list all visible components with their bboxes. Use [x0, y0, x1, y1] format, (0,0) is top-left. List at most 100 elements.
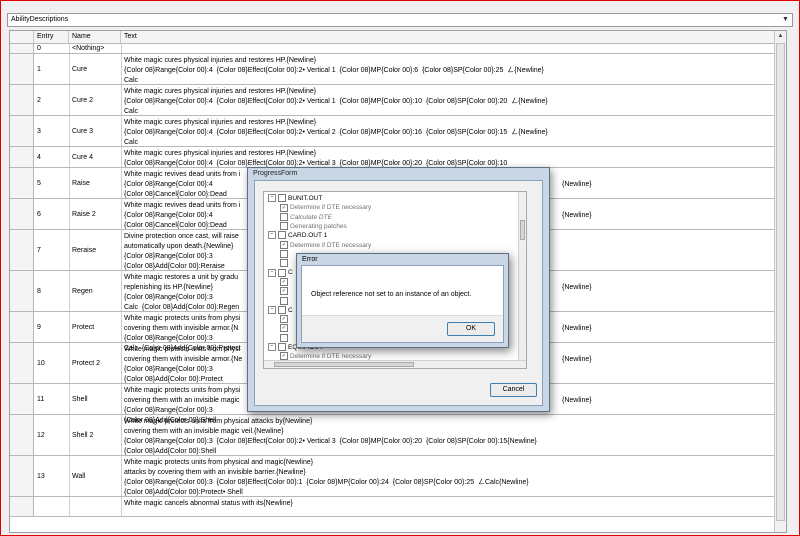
cell-entry[interactable]: 8	[37, 271, 41, 311]
column-header-text[interactable]: Text	[121, 31, 776, 43]
row-header[interactable]	[10, 199, 34, 229]
tree-node[interactable]: ✓ Determine if DTE necessary	[280, 240, 371, 250]
tree-node[interactable]: ✓	[280, 315, 290, 324]
cell-text[interactable]: White magic protects units from physical…	[124, 458, 529, 498]
cell-entry[interactable]: 0	[37, 44, 41, 53]
tree-node[interactable]: ✓	[280, 324, 290, 333]
cell-text[interactable]: White magic cures physical injuries and …	[124, 87, 548, 117]
table-row[interactable]: 0 <Nothing>	[10, 44, 776, 54]
checkbox-icon[interactable]	[280, 250, 288, 259]
scroll-up-arrow-icon[interactable]: ▲	[775, 31, 786, 42]
tree-node[interactable]	[280, 250, 290, 259]
cell-name[interactable]: Raise 2	[72, 199, 96, 229]
cell-name[interactable]: Regen	[72, 271, 93, 311]
checkbox-icon[interactable]	[278, 194, 286, 203]
table-row[interactable]: White magic cancels abnormal status with…	[10, 497, 776, 517]
cell-text[interactable]: White magic revives dead units from i {Co…	[124, 170, 240, 200]
cell-entry[interactable]: 11	[37, 384, 44, 414]
grid-vertical-scrollbar[interactable]: ▲	[774, 31, 786, 532]
table-selector-combobox[interactable]: AbilityDescriptions ▼	[7, 13, 793, 27]
row-header[interactable]	[10, 456, 34, 496]
checked-checkbox-icon[interactable]: ✓	[280, 315, 288, 324]
checkbox-icon[interactable]	[280, 296, 288, 305]
cell-text[interactable]: White magic restores a unit by gradu repl…	[124, 273, 239, 313]
checkbox-icon[interactable]	[280, 259, 288, 268]
scrollbar-thumb[interactable]	[776, 43, 785, 521]
tree-horizontal-scrollbar[interactable]	[264, 360, 526, 368]
cell-name[interactable]: <Nothing>	[72, 44, 104, 53]
cell-entry[interactable]: 13	[37, 456, 45, 496]
table-row[interactable]: 12 Shell 2 White magic protects units from…	[10, 415, 776, 456]
row-header[interactable]	[10, 384, 34, 414]
checked-checkbox-icon[interactable]: ✓	[280, 277, 288, 286]
cell-entry[interactable]: 4	[37, 147, 41, 167]
row-header[interactable]	[10, 147, 34, 167]
column-header-name[interactable]: Name	[69, 31, 121, 43]
chevron-down-icon[interactable]: ▼	[779, 14, 792, 26]
cell-entry[interactable]: 12	[37, 415, 45, 455]
cell-name[interactable]: Shell 2	[72, 415, 93, 455]
cell-name[interactable]: Raise	[72, 168, 90, 198]
checked-checkbox-icon[interactable]: ✓	[280, 240, 288, 249]
row-header[interactable]	[10, 312, 34, 342]
tree-node[interactable]: Generating patches	[280, 222, 347, 231]
checked-checkbox-icon[interactable]: ✓	[280, 324, 288, 333]
cell-text[interactable]: Divine protection once cast, will raise a…	[124, 232, 239, 272]
cell-text[interactable]: White magic cures physical injuries and …	[124, 118, 548, 148]
table-row[interactable]: 2 Cure 2 White magic cures physical injuri…	[10, 85, 776, 116]
table-row[interactable]: 3 Cure 3 White magic cures physical injuri…	[10, 116, 776, 147]
cell-name[interactable]: Wall	[72, 456, 85, 496]
table-row[interactable]: 13 Wall White magic protects units from ph…	[10, 456, 776, 497]
collapse-toggle-icon[interactable]: −	[268, 194, 276, 203]
checkbox-icon[interactable]	[278, 305, 286, 314]
cell-name[interactable]: Reraise	[72, 230, 96, 270]
tree-node[interactable]: ✓ Determine if DTE necessary	[280, 203, 371, 212]
row-header[interactable]	[10, 85, 34, 115]
row-header[interactable]	[10, 497, 34, 516]
cell-entry[interactable]: 10	[37, 343, 45, 383]
tree-node[interactable]: − CARD.OUT 1	[268, 231, 327, 240]
ok-button[interactable]: OK	[447, 322, 495, 336]
row-header[interactable]	[10, 54, 34, 84]
row-header[interactable]	[10, 116, 34, 146]
collapse-toggle-icon[interactable]: −	[268, 231, 276, 240]
checked-checkbox-icon[interactable]: ✓	[280, 287, 288, 296]
cancel-button[interactable]: Cancel	[490, 383, 537, 397]
cell-name[interactable]: Cure	[72, 54, 87, 84]
checkbox-icon[interactable]	[278, 231, 286, 240]
tree-hscrollbar-thumb[interactable]	[274, 362, 414, 367]
checkbox-icon[interactable]	[280, 212, 288, 221]
table-row[interactable]: 4 Cure 4 White magic cures physical injuri…	[10, 147, 776, 168]
column-header-entry[interactable]: Entry	[34, 31, 69, 43]
cell-text[interactable]: White magic cures physical injuries and …	[124, 149, 507, 169]
tree-node[interactable]: − BUNIT.OUT	[268, 194, 322, 203]
cell-entry[interactable]: 7	[37, 230, 41, 270]
checkbox-icon[interactable]	[278, 343, 286, 352]
checkbox-icon[interactable]	[278, 268, 286, 277]
cell-entry[interactable]: 5	[37, 168, 41, 198]
cell-entry[interactable]: 2	[37, 85, 41, 115]
tree-node[interactable]: − C	[268, 268, 293, 277]
cell-name[interactable]: Protect	[72, 312, 94, 342]
cell-text[interactable]: White magic cures physical injuries and …	[124, 56, 544, 86]
cell-text[interactable]: White magic protects units from physi cov…	[124, 345, 242, 385]
cell-name[interactable]: Cure 2	[72, 85, 93, 115]
tree-node[interactable]: ✓	[280, 287, 290, 296]
cell-name[interactable]: Protect 2	[72, 343, 100, 383]
row-header[interactable]	[10, 271, 34, 311]
cell-name[interactable]: Shell	[72, 384, 88, 414]
tree-scrollbar-thumb[interactable]	[520, 220, 525, 240]
tree-node[interactable]: Calculate DTE	[280, 212, 332, 222]
collapse-toggle-icon[interactable]: −	[268, 343, 276, 352]
checkbox-icon[interactable]	[280, 333, 288, 342]
cell-text[interactable]: White magic revives dead units from i {Co…	[124, 201, 240, 231]
cell-entry[interactable]: 6	[37, 199, 41, 229]
cell-entry[interactable]: 1	[37, 54, 41, 84]
checkbox-icon[interactable]	[280, 222, 288, 231]
tree-vertical-scrollbar[interactable]	[518, 192, 526, 368]
collapse-toggle-icon[interactable]: −	[268, 305, 276, 314]
tree-node[interactable]	[280, 296, 290, 305]
tree-node[interactable]: − C	[268, 305, 293, 315]
cell-entry[interactable]: 9	[37, 312, 41, 342]
row-header[interactable]	[10, 343, 34, 383]
